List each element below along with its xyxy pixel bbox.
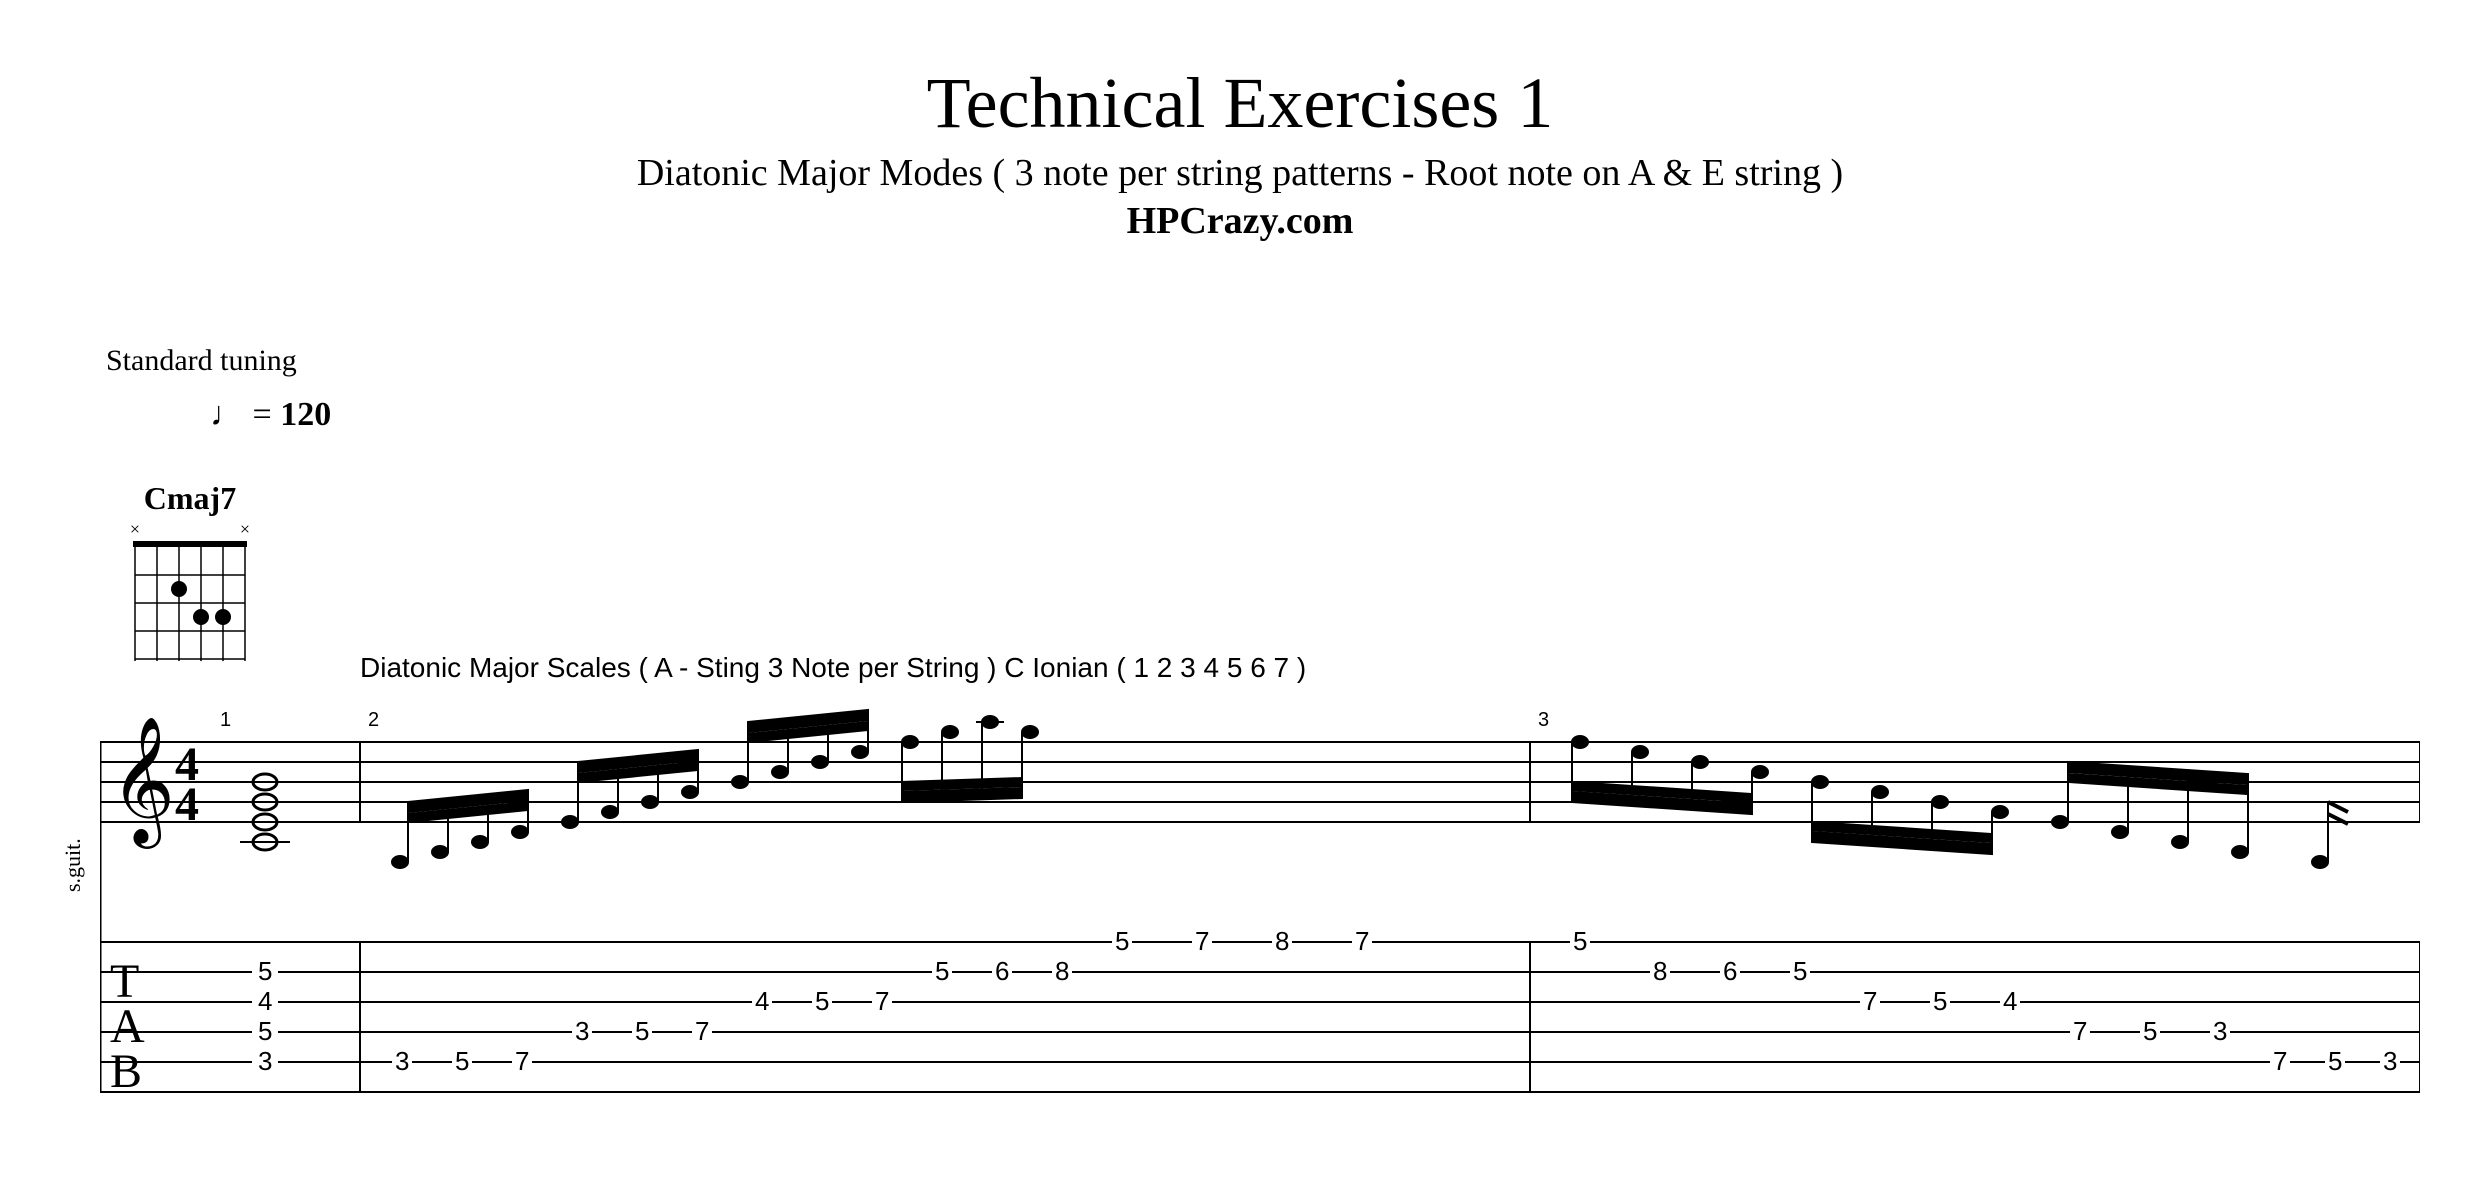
- subtitle: Diatonic Major Modes ( 3 note per string…: [0, 151, 2480, 195]
- measure-2-notes: [392, 710, 1038, 868]
- svg-text:5: 5: [2328, 1046, 2342, 1076]
- svg-text:7: 7: [2073, 1016, 2087, 1046]
- notation-system: 𝄞 4 4 T A B: [100, 702, 2420, 1187]
- quarter-note-icon: ♩: [210, 396, 244, 433]
- svg-text:7: 7: [875, 986, 889, 1016]
- svg-text:7: 7: [515, 1046, 529, 1076]
- svg-text:4: 4: [2003, 986, 2017, 1016]
- chord-name: Cmaj7: [125, 480, 255, 517]
- svg-text:5: 5: [2143, 1016, 2157, 1046]
- chord-diagram: Cmaj7 × ×: [125, 480, 255, 676]
- svg-text:×: ×: [240, 521, 250, 539]
- svg-text:5: 5: [455, 1046, 469, 1076]
- svg-text:6: 6: [995, 956, 1009, 986]
- instrument-label: s.guit.: [60, 838, 86, 892]
- tab-measure-1: 5 4 5 3: [252, 956, 278, 1076]
- svg-text:×: ×: [130, 521, 140, 539]
- svg-text:2: 2: [368, 709, 379, 731]
- svg-text:5: 5: [935, 956, 949, 986]
- sheet-music-page: Technical Exercises 1 Diatonic Major Mod…: [0, 62, 2480, 1202]
- website: HPCrazy.com: [0, 199, 2480, 243]
- svg-text:5: 5: [1115, 926, 1129, 956]
- svg-text:5: 5: [1793, 956, 1807, 986]
- svg-text:3: 3: [2383, 1046, 2397, 1076]
- staff-svg: 𝄞 4 4 T A B: [100, 702, 2420, 1182]
- svg-text:𝄞: 𝄞: [110, 718, 175, 849]
- svg-text:5: 5: [258, 956, 272, 986]
- svg-text:4: 4: [755, 986, 769, 1016]
- svg-text:5: 5: [815, 986, 829, 1016]
- scale-annotation: Diatonic Major Scales ( A - Sting 3 Note…: [360, 652, 1306, 684]
- svg-text:7: 7: [695, 1016, 709, 1046]
- svg-text:3: 3: [258, 1046, 272, 1076]
- svg-text:3: 3: [575, 1016, 589, 1046]
- measure-1-chord: [240, 774, 290, 850]
- svg-text:5: 5: [1573, 926, 1587, 956]
- tempo-marking: ♩ = 120: [210, 396, 331, 434]
- svg-text:5: 5: [1933, 986, 1947, 1016]
- svg-text:5: 5: [258, 1016, 272, 1046]
- chord-grid-icon: × ×: [125, 521, 255, 671]
- svg-text:1: 1: [220, 709, 231, 731]
- svg-text:3: 3: [2213, 1016, 2227, 1046]
- svg-text:7: 7: [2273, 1046, 2287, 1076]
- tempo-equals: =: [253, 396, 272, 433]
- svg-text:8: 8: [1275, 926, 1289, 956]
- svg-text:3: 3: [1538, 709, 1549, 731]
- title: Technical Exercises 1: [0, 62, 2480, 145]
- svg-text:B: B: [110, 1045, 142, 1098]
- svg-text:8: 8: [1055, 956, 1069, 986]
- svg-text:3: 3: [395, 1046, 409, 1076]
- svg-text:8: 8: [1653, 956, 1667, 986]
- tempo-value: 120: [280, 396, 331, 433]
- svg-text:5: 5: [635, 1016, 649, 1046]
- svg-text:7: 7: [1195, 926, 1209, 956]
- svg-text:6: 6: [1723, 956, 1737, 986]
- svg-text:4: 4: [175, 778, 199, 831]
- svg-text:7: 7: [1863, 986, 1877, 1016]
- svg-text:7: 7: [1355, 926, 1369, 956]
- svg-text:4: 4: [258, 986, 272, 1016]
- tuning-label: Standard tuning: [106, 344, 297, 378]
